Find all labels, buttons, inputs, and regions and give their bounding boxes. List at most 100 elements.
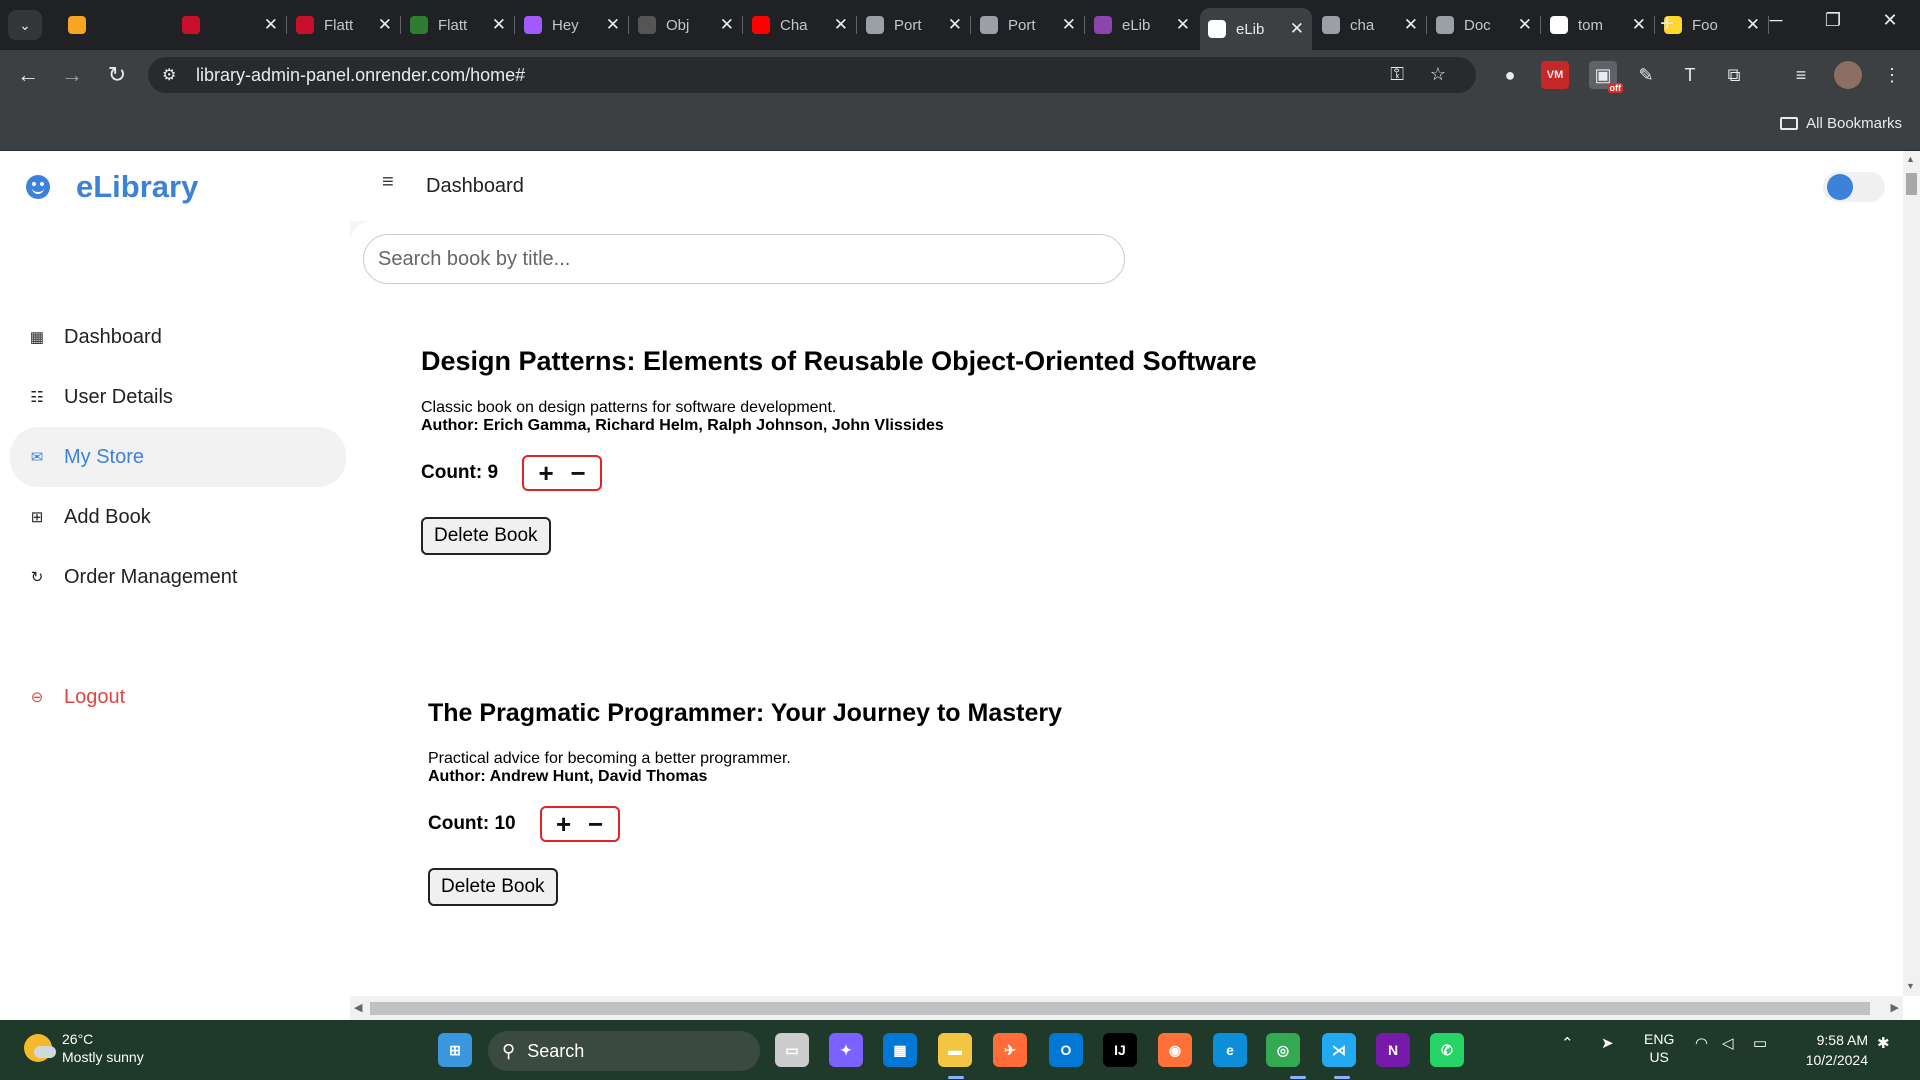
brand[interactable]: eLibrary — [26, 169, 198, 205]
tab-close-icon[interactable]: ✕ — [606, 15, 620, 35]
profile-avatar[interactable] — [1834, 61, 1862, 89]
tab-close-icon[interactable]: ✕ — [1290, 19, 1304, 39]
scroll-right-icon[interactable]: ▶ — [1891, 1001, 1899, 1014]
decrement-button[interactable]: − — [570, 460, 585, 486]
vscode-icon[interactable]: ⋊ — [1322, 1033, 1356, 1067]
browser-tab[interactable]: Port ✕ — [972, 8, 1084, 42]
weather-widget[interactable]: 26°C Mostly sunny — [24, 1030, 144, 1066]
tab-close-icon[interactable]: ✕ — [948, 15, 962, 35]
weather-desc: Mostly sunny — [62, 1049, 144, 1065]
tab-close-icon[interactable]: ✕ — [492, 15, 506, 35]
language-indicator[interactable]: ENG US — [1644, 1030, 1674, 1066]
browser-tab[interactable]: tom ✕ — [1542, 8, 1654, 42]
copilot-icon[interactable]: ✦ — [829, 1033, 863, 1067]
delete-book-button[interactable]: Delete Book — [428, 868, 558, 906]
browser-tab[interactable]: cha ✕ — [1314, 8, 1426, 42]
clock[interactable]: 9:58 AM 10/2/2024 — [1806, 1030, 1868, 1070]
back-icon[interactable]: ← — [13, 62, 43, 88]
hamburger-menu-icon[interactable]: ≡ — [382, 171, 394, 194]
browser-tab[interactable] — [60, 8, 172, 42]
menu-kebab-icon[interactable]: ⋮ — [1878, 61, 1906, 89]
tab-close-icon[interactable]: ✕ — [720, 15, 734, 35]
delete-book-button[interactable]: Delete Book — [421, 517, 551, 555]
notification-icon[interactable]: ✱ — [1877, 1034, 1890, 1052]
intellij-icon[interactable]: IJ — [1103, 1033, 1137, 1067]
taskbar-search[interactable]: ⚲ Search — [488, 1031, 760, 1071]
chrome-icon[interactable]: ◎ — [1266, 1033, 1300, 1067]
edge-icon[interactable]: e — [1213, 1033, 1247, 1067]
browser-tab[interactable]: Obj ✕ — [630, 8, 742, 42]
sidebar-item-user-details[interactable]: ☷ User Details — [0, 367, 350, 427]
browser-tab[interactable]: eLib ✕ — [1200, 8, 1312, 50]
new-tab-icon[interactable]: + — [1652, 10, 1682, 38]
tab-close-icon[interactable]: ✕ — [378, 15, 392, 35]
scroll-thumb[interactable] — [1906, 173, 1917, 195]
increment-button[interactable]: + — [556, 811, 571, 837]
url-text[interactable]: library-admin-panel.onrender.com/home# — [196, 65, 525, 86]
restore-icon[interactable]: ❐ — [1813, 10, 1853, 31]
tab-search-icon[interactable]: ⌄ — [8, 10, 42, 40]
browser-tab[interactable]: eLib ✕ — [1086, 8, 1198, 42]
vertical-scrollbar[interactable]: ▲ ▼ — [1903, 151, 1920, 996]
minimize-icon[interactable]: ─ — [1756, 10, 1796, 31]
scroll-up-icon[interactable]: ▲ — [1906, 154, 1915, 164]
horizontal-scrollbar[interactable]: ◀ ▶ — [350, 996, 1903, 1020]
tab-close-icon[interactable]: ✕ — [1632, 15, 1646, 35]
all-bookmarks-button[interactable]: All Bookmarks — [1780, 115, 1902, 132]
bookmark-star-icon[interactable]: ☆ — [1430, 64, 1446, 85]
off-extension-icon[interactable]: ▣ off — [1589, 61, 1623, 93]
sidebar-item-dashboard[interactable]: ▦ Dashboard — [0, 307, 350, 367]
whatsapp-icon[interactable]: ✆ — [1430, 1033, 1464, 1067]
browser-tab[interactable]: Doc ✕ — [1428, 8, 1540, 42]
onenote-icon[interactable]: N — [1376, 1033, 1410, 1067]
browser-tab[interactable]: Cha ✕ — [744, 8, 856, 42]
browser-tab[interactable]: Flatt ✕ — [288, 8, 400, 42]
vm-extension-icon[interactable]: VM — [1541, 61, 1569, 89]
browser-tab[interactable]: Hey ✕ — [516, 8, 628, 42]
extension-icon[interactable]: ● — [1496, 61, 1524, 89]
store-app-icon[interactable]: ▦ — [883, 1033, 917, 1067]
sidebar-item-my-store[interactable]: ✉ My Store — [10, 427, 346, 487]
address-bar[interactable]: ⚙ library-admin-panel.onrender.com/home#… — [148, 57, 1476, 93]
forward-icon[interactable]: → — [57, 62, 87, 88]
extensions-puzzle-icon[interactable]: ⧉ — [1720, 61, 1748, 89]
theme-toggle[interactable] — [1823, 172, 1885, 202]
browser-tab[interactable]: Port ✕ — [858, 8, 970, 42]
close-window-icon[interactable]: ✕ — [1870, 10, 1910, 31]
task-view-icon[interactable]: ▭ — [775, 1033, 809, 1067]
location-icon[interactable]: ➤ — [1601, 1034, 1614, 1052]
browser-tab[interactable]: Flatt ✕ — [402, 8, 514, 42]
sidebar-item-order-management[interactable]: ↻ Order Management — [0, 547, 350, 607]
tab-close-icon[interactable]: ✕ — [264, 15, 278, 35]
outlook-icon[interactable]: O — [1049, 1033, 1083, 1067]
start-icon[interactable]: ⊞ — [438, 1033, 472, 1067]
tab-close-icon[interactable]: ✕ — [1062, 15, 1076, 35]
site-info-icon[interactable]: ⚙ — [162, 65, 176, 85]
battery-icon[interactable]: ▭ — [1753, 1034, 1767, 1052]
tab-close-icon[interactable]: ✕ — [1518, 15, 1532, 35]
volume-icon[interactable]: ◁ — [1722, 1034, 1734, 1052]
firefox-icon[interactable]: ◉ — [1158, 1033, 1192, 1067]
file-explorer-icon[interactable]: ▬ — [938, 1033, 972, 1067]
chevron-up-icon[interactable]: ⌃ — [1561, 1034, 1574, 1052]
text-extension-icon[interactable]: T — [1676, 61, 1704, 89]
browser-tab[interactable]: ✕ — [174, 8, 286, 42]
tab-close-icon[interactable]: ✕ — [834, 15, 848, 35]
logout-button[interactable]: ⊖ Logout — [0, 667, 350, 727]
postman-icon[interactable]: ✈ — [993, 1033, 1027, 1067]
scroll-left-icon[interactable]: ◀ — [354, 1001, 362, 1014]
sidebar-item-add-book[interactable]: ⊞ Add Book — [0, 487, 350, 547]
tab-close-icon[interactable]: ✕ — [1176, 15, 1190, 35]
password-key-icon[interactable]: ⚿ — [1390, 64, 1404, 85]
search-input[interactable] — [363, 234, 1125, 284]
wifi-icon[interactable]: ◠ — [1695, 1034, 1708, 1052]
scroll-thumb[interactable] — [370, 1002, 1870, 1015]
toggle-knob[interactable] — [1827, 174, 1853, 200]
media-control-icon[interactable]: ≡ — [1787, 61, 1815, 89]
increment-button[interactable]: + — [538, 460, 553, 486]
eyedropper-icon[interactable]: ✎ — [1632, 61, 1660, 89]
tab-close-icon[interactable]: ✕ — [1404, 15, 1418, 35]
scroll-down-icon[interactable]: ▼ — [1906, 981, 1915, 991]
reload-icon[interactable]: ↻ — [102, 62, 132, 88]
decrement-button[interactable]: − — [588, 811, 603, 837]
